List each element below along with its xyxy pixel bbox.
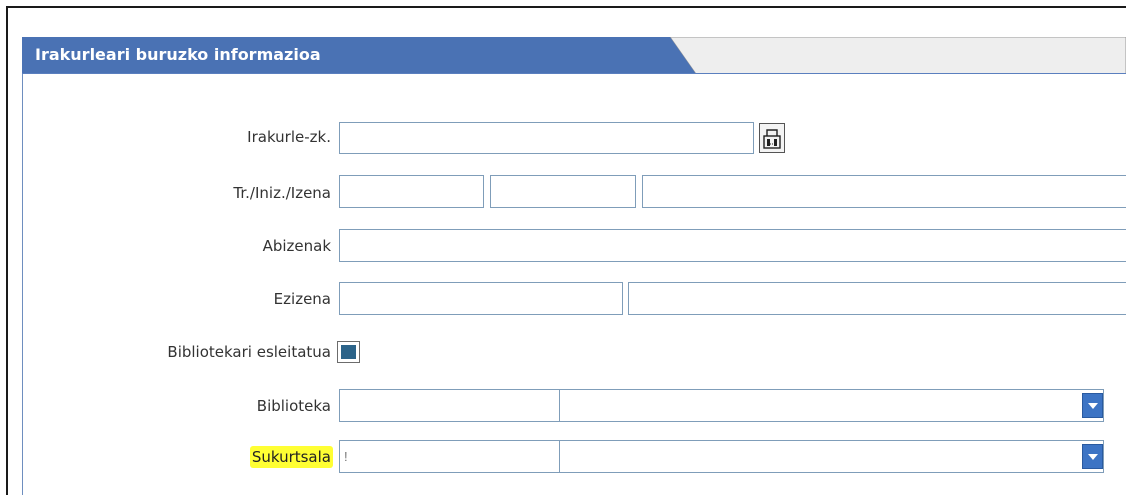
reader-lookup-button[interactable] <box>759 123 785 153</box>
reader-number-label: Irakurle-zk. <box>247 128 331 146</box>
section-title: Irakurleari buruzko informazioa <box>35 45 321 64</box>
assigned-librarian-label: Bibliotekari esleitatua <box>167 343 331 361</box>
library-select[interactable] <box>559 389 1104 422</box>
library-selected-value <box>560 397 566 413</box>
lookup-icon <box>763 129 781 149</box>
branch-select[interactable] <box>559 440 1104 473</box>
checkbox-icon <box>341 345 356 359</box>
nickname-label: Ezizena <box>273 290 331 308</box>
branch-selected-value <box>560 448 566 464</box>
section-tab-header: Irakurleari buruzko informazioa <box>22 37 1126 74</box>
library-code-input[interactable] <box>339 389 560 422</box>
title-input[interactable] <box>339 175 484 208</box>
branch-label: Sukurtsala <box>249 446 333 468</box>
assigned-librarian-checkbox[interactable] <box>337 341 360 363</box>
chevron-down-icon <box>1088 454 1098 460</box>
nickname-input-2[interactable] <box>628 282 1126 315</box>
library-dropdown-button[interactable] <box>1082 393 1103 418</box>
library-label: Biblioteka <box>256 397 331 415</box>
title-initial-name-label: Tr./Iniz./Izena <box>233 184 331 202</box>
nickname-input-1[interactable] <box>339 282 623 315</box>
chevron-down-icon <box>1088 403 1098 409</box>
branch-dropdown-button[interactable] <box>1082 444 1103 469</box>
surnames-input[interactable] <box>339 229 1126 262</box>
reader-number-input[interactable] <box>339 122 754 154</box>
surnames-label: Abizenak <box>262 237 331 255</box>
initial-input[interactable] <box>490 175 636 208</box>
branch-code-input[interactable] <box>339 440 560 473</box>
name-input[interactable] <box>642 175 1126 208</box>
reader-info-panel <box>22 37 1126 495</box>
